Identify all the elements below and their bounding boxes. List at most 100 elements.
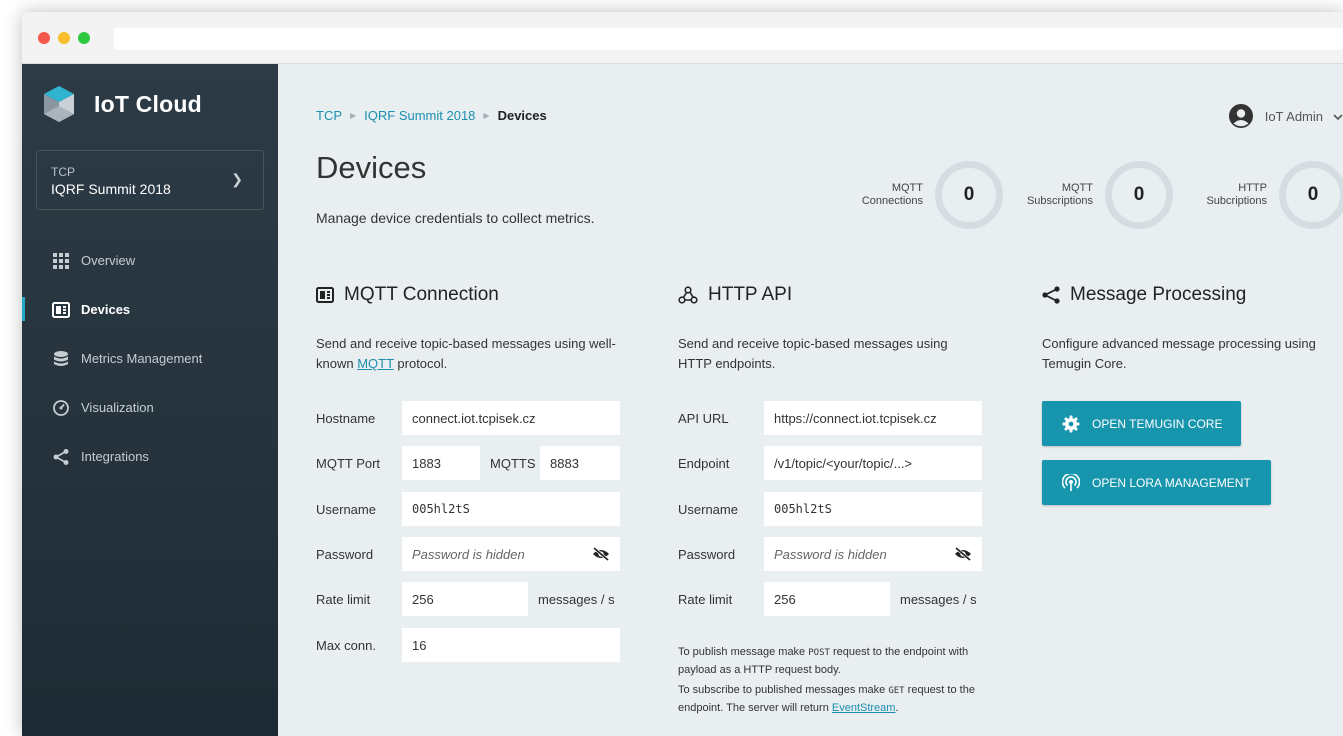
section-title-text: Message Processing — [1070, 284, 1247, 305]
webhook-icon — [678, 286, 698, 304]
field-label: Hostname — [316, 410, 376, 426]
http-password-field[interactable]: Password is hidden — [764, 537, 982, 571]
stat-http-subscriptions: HTTP Subcriptions 0 — [1206, 161, 1343, 229]
field-label: Password — [678, 546, 736, 562]
stat-label-line2: Subcriptions — [1206, 195, 1267, 207]
mqtt-port-field[interactable]: 1883 — [402, 446, 480, 480]
stat-label: MQTT Connections — [862, 182, 923, 208]
stat-label: MQTT Subscriptions — [1027, 182, 1093, 208]
breadcrumb-link-project[interactable]: IQRF Summit 2018 — [364, 108, 475, 123]
device-icon — [52, 301, 70, 319]
http-username-row: Username 005hl2tS — [678, 492, 982, 526]
minimize-window-button[interactable] — [58, 32, 70, 44]
gauge-icon — [52, 399, 70, 417]
page-title: Devices — [316, 150, 427, 185]
stat-mqtt-subscriptions: MQTT Subscriptions 0 — [1027, 161, 1173, 229]
sidebar-item-label: Integrations — [81, 449, 149, 464]
http-password-row: Password Password is hidden — [678, 537, 982, 571]
field-label: Password — [316, 546, 374, 562]
http-subscribe-note: To subscribe to published messages make … — [678, 682, 998, 717]
stat-label-line2: Subscriptions — [1026, 195, 1093, 207]
stat-value: 0 — [1279, 161, 1343, 229]
sidebar-item-label: Devices — [81, 302, 131, 317]
password-placeholder: Password is hidden — [774, 546, 887, 562]
mqtt-username-field[interactable]: 005hl2tS — [402, 492, 620, 526]
chevron-down-icon — [1333, 109, 1343, 124]
mqtt-maxconn-row: Max conn. 16 — [316, 628, 620, 662]
app-name: IoT Cloud — [94, 90, 202, 117]
sidebar-item-overview[interactable]: Overview — [22, 236, 278, 285]
processing-description: Configure advanced message processing us… — [1042, 336, 1316, 371]
mqtt-maxconn-field[interactable]: 16 — [402, 628, 620, 662]
mqtt-username-row: Username 005hl2tS — [316, 492, 620, 526]
eventstream-link[interactable]: EventStream — [832, 702, 896, 714]
chevron-right-icon: ❯ — [231, 171, 243, 187]
note-code: POST — [808, 648, 830, 658]
mqtt-hostname-field[interactable]: connect.iot.tcpisek.cz — [402, 401, 620, 435]
mqtt-rate-field[interactable]: 256 — [402, 582, 528, 616]
field-label: Endpoint — [678, 455, 730, 471]
http-url-row: API URL https://connect.iot.tcpisek.cz — [678, 401, 982, 435]
http-section-title: HTTP API — [678, 284, 792, 306]
sidebar-item-label: Overview — [81, 253, 136, 268]
mqtt-password-field[interactable]: Password is hidden — [402, 537, 620, 571]
section-title-text: MQTT Connection — [344, 284, 499, 305]
http-username-field[interactable]: 005hl2tS — [764, 492, 982, 526]
eye-slash-icon[interactable] — [954, 547, 972, 561]
mqtt-hostname-row: Hostname connect.iot.tcpisek.cz — [316, 401, 620, 435]
note-text: . — [895, 702, 899, 714]
mqtt-section-title: MQTT Connection — [316, 284, 499, 306]
eye-slash-icon[interactable] — [592, 547, 610, 561]
field-label: Rate limit — [678, 591, 733, 607]
button-label: OPEN LORA MANAGEMENT — [1092, 475, 1251, 490]
mqtt-description: Send and receive topic-based messages us… — [316, 334, 626, 374]
stat-label-line2: Connections — [861, 195, 923, 207]
project-switcher[interactable]: TCP IQRF Summit 2018 ❯ — [36, 150, 264, 210]
mqtt-rate-row: Rate limit 256 messages / s — [316, 582, 615, 616]
address-bar[interactable] — [114, 28, 1343, 50]
http-endpoint-field[interactable]: /v1/topic/<your/topic/...> — [764, 446, 982, 480]
sidebar-item-visualization[interactable]: Visualization — [22, 383, 278, 432]
browser-titlebar — [22, 12, 1343, 64]
open-temugin-core-button[interactable]: OPEN TEMUGIN CORE — [1042, 401, 1241, 446]
http-url-field[interactable]: https://connect.iot.tcpisek.cz — [764, 401, 982, 435]
field-label: Rate limit — [316, 591, 371, 607]
app-logo[interactable]: IoT Cloud — [42, 84, 202, 124]
sidebar-item-integrations[interactable]: Integrations — [22, 432, 278, 481]
sidebar-item-metrics-management[interactable]: Metrics Management — [22, 334, 278, 383]
mqtt-password-row: Password Password is hidden — [316, 537, 620, 571]
browser-window: IoT Cloud TCP IQRF Summit 2018 ❯ Overvie… — [22, 12, 1343, 736]
http-publish-note: To publish message make POST request to … — [678, 644, 998, 679]
sidebar-item-devices[interactable]: Devices — [22, 285, 278, 334]
http-description: Send and receive topic-based messages us… — [678, 336, 948, 371]
stat-mqtt-connections: MQTT Connections 0 — [862, 161, 1003, 229]
field-label: Username — [678, 501, 738, 517]
caret-right-icon: ▶ — [350, 111, 357, 120]
close-window-button[interactable] — [38, 32, 50, 44]
password-placeholder: Password is hidden — [412, 546, 525, 562]
maximize-window-button[interactable] — [78, 32, 90, 44]
database-icon — [52, 350, 70, 368]
user-menu[interactable]: IoT Admin — [1228, 104, 1343, 128]
page-subtitle: Manage device credentials to collect met… — [316, 210, 595, 226]
unit-label: messages / s — [538, 591, 615, 607]
field-label: API URL — [678, 410, 729, 426]
caret-right-icon: ▶ — [483, 111, 490, 120]
main-content: TCP ▶ IQRF Summit 2018 ▶ Devices IoT Adm… — [278, 64, 1343, 736]
sidebar-item-label: Visualization — [81, 400, 154, 415]
stat-label: HTTP Subcriptions — [1206, 182, 1267, 208]
mqtt-protocol-link[interactable]: MQTT — [357, 356, 394, 371]
sidebar-nav: Overview Devices Metrics Management Visu… — [22, 236, 278, 481]
stat-label-line1: MQTT — [1061, 182, 1093, 194]
breadcrumb: TCP ▶ IQRF Summit 2018 ▶ Devices — [316, 108, 547, 123]
http-rate-row: Rate limit 256 messages / s — [678, 582, 977, 616]
open-lora-management-button[interactable]: OPEN LORA MANAGEMENT — [1042, 460, 1271, 505]
grid-icon — [52, 252, 70, 270]
http-rate-field[interactable]: 256 — [764, 582, 890, 616]
sidebar: IoT Cloud TCP IQRF Summit 2018 ❯ Overvie… — [22, 64, 278, 736]
breadcrumb-link-org[interactable]: TCP — [316, 108, 342, 123]
section-title-text: HTTP API — [708, 284, 793, 305]
processing-section-title: Message Processing — [1042, 284, 1246, 306]
mqtts-port-field[interactable]: 8883 — [540, 446, 620, 480]
breadcrumb-current: Devices — [497, 108, 547, 123]
